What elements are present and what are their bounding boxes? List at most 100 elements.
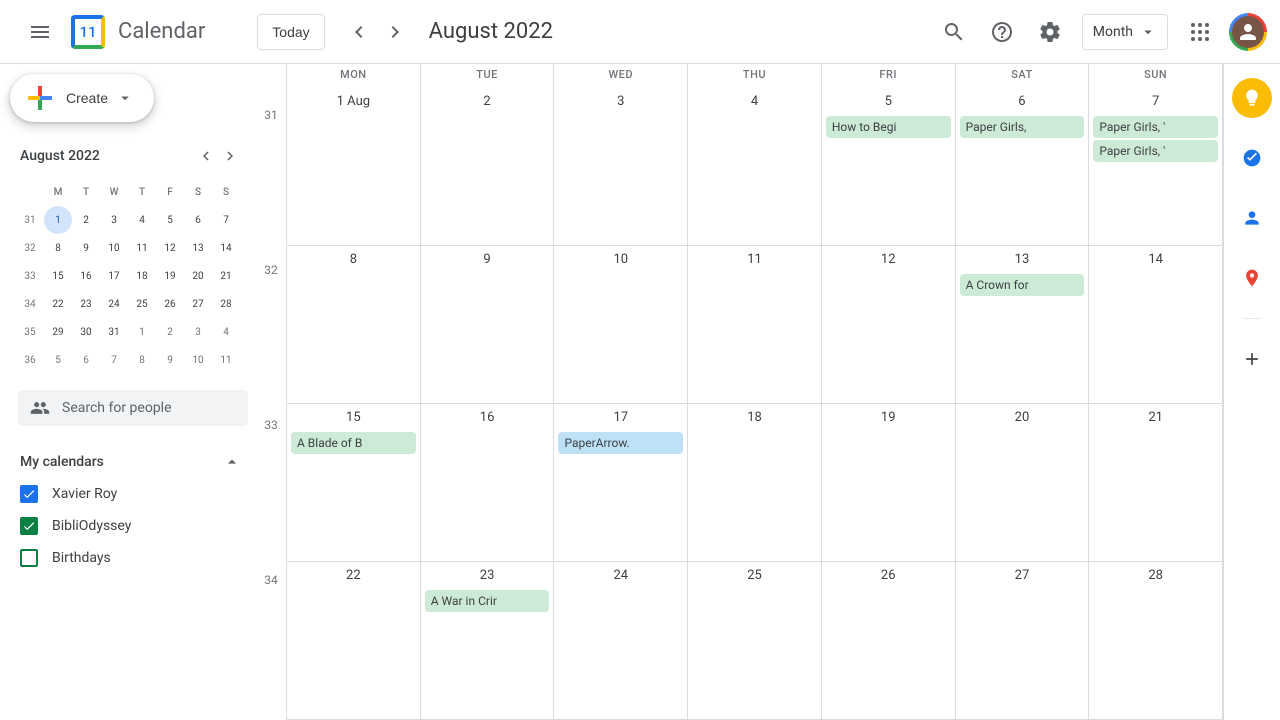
day-cell[interactable]: 5How to Begi: [822, 88, 956, 245]
mini-day[interactable]: 17: [100, 262, 128, 290]
event-chip[interactable]: Paper Girls,: [960, 116, 1085, 138]
help-button[interactable]: [978, 8, 1026, 56]
mini-day[interactable]: 22: [44, 290, 72, 318]
day-cell[interactable]: 14: [1089, 246, 1223, 403]
day-cell[interactable]: 26: [822, 562, 956, 719]
mini-day[interactable]: 8: [44, 234, 72, 262]
mini-day[interactable]: 2: [156, 318, 184, 346]
day-cell[interactable]: 28: [1089, 562, 1223, 719]
mini-day[interactable]: 6: [184, 206, 212, 234]
prev-period-button[interactable]: [343, 16, 375, 48]
mini-day[interactable]: 24: [100, 290, 128, 318]
mini-day[interactable]: 13: [184, 234, 212, 262]
mini-day[interactable]: 2: [72, 206, 100, 234]
mini-day[interactable]: 8: [128, 346, 156, 374]
maps-button[interactable]: [1232, 258, 1272, 298]
day-cell[interactable]: 4: [688, 88, 822, 245]
mini-day[interactable]: 30: [72, 318, 100, 346]
next-period-button[interactable]: [379, 16, 411, 48]
mini-day[interactable]: 6: [72, 346, 100, 374]
mini-day[interactable]: 5: [44, 346, 72, 374]
mini-day[interactable]: 11: [212, 346, 240, 374]
day-cell[interactable]: 27: [956, 562, 1090, 719]
mini-day[interactable]: 28: [212, 290, 240, 318]
day-cell[interactable]: 7Paper Girls, 'Paper Girls, ': [1089, 88, 1223, 245]
day-cell[interactable]: 12: [822, 246, 956, 403]
mini-day[interactable]: 4: [128, 206, 156, 234]
mini-day[interactable]: 3: [184, 318, 212, 346]
mini-prev-button[interactable]: [194, 144, 218, 168]
day-cell[interactable]: 24: [554, 562, 688, 719]
my-calendars-header[interactable]: My calendars: [20, 446, 242, 478]
event-chip[interactable]: A Blade of B: [291, 432, 416, 454]
create-button[interactable]: Create: [10, 74, 154, 122]
day-cell[interactable]: 1 Aug: [287, 88, 421, 245]
mini-day[interactable]: 19: [156, 262, 184, 290]
mini-day[interactable]: 9: [156, 346, 184, 374]
main-menu-button[interactable]: [16, 8, 64, 56]
mini-day[interactable]: 14: [212, 234, 240, 262]
event-chip[interactable]: A War in Crir: [425, 590, 550, 612]
addons-button[interactable]: [1232, 339, 1272, 379]
calendar-item[interactable]: BibliOdyssey: [20, 510, 242, 542]
day-cell[interactable]: 22: [287, 562, 421, 719]
mini-day[interactable]: 18: [128, 262, 156, 290]
day-cell[interactable]: 13A Crown for: [956, 246, 1090, 403]
mini-day[interactable]: 27: [184, 290, 212, 318]
day-cell[interactable]: 19: [822, 404, 956, 561]
day-cell[interactable]: 10: [554, 246, 688, 403]
day-cell[interactable]: 20: [956, 404, 1090, 561]
calendar-item[interactable]: Xavier Roy: [20, 478, 242, 510]
event-chip[interactable]: PaperArrow.: [558, 432, 683, 454]
search-button[interactable]: [930, 8, 978, 56]
day-cell[interactable]: 3: [554, 88, 688, 245]
mini-day[interactable]: 26: [156, 290, 184, 318]
app-logo[interactable]: 11 Calendar: [68, 12, 205, 52]
event-chip[interactable]: A Crown for: [960, 274, 1085, 296]
mini-day[interactable]: 3: [100, 206, 128, 234]
event-chip[interactable]: Paper Girls, ': [1093, 116, 1218, 138]
day-cell[interactable]: 2: [421, 88, 555, 245]
google-apps-button[interactable]: [1176, 8, 1224, 56]
mini-next-button[interactable]: [218, 144, 242, 168]
mini-day[interactable]: 20: [184, 262, 212, 290]
mini-day[interactable]: 7: [100, 346, 128, 374]
mini-day[interactable]: 7: [212, 206, 240, 234]
today-button[interactable]: Today: [257, 14, 324, 50]
contacts-button[interactable]: [1232, 198, 1272, 238]
tasks-button[interactable]: [1232, 138, 1272, 178]
view-selector[interactable]: Month: [1082, 14, 1168, 50]
mini-day[interactable]: 15: [44, 262, 72, 290]
event-chip[interactable]: How to Begi: [826, 116, 951, 138]
settings-button[interactable]: [1026, 8, 1074, 56]
search-people-input[interactable]: Search for people: [18, 390, 248, 426]
day-cell[interactable]: 9: [421, 246, 555, 403]
day-cell[interactable]: 23A War in Crir: [421, 562, 555, 719]
day-cell[interactable]: 25: [688, 562, 822, 719]
day-cell[interactable]: 11: [688, 246, 822, 403]
mini-day[interactable]: 1: [44, 206, 72, 234]
mini-day[interactable]: 11: [128, 234, 156, 262]
mini-day[interactable]: 29: [44, 318, 72, 346]
day-cell[interactable]: 21: [1089, 404, 1223, 561]
mini-day[interactable]: 1: [128, 318, 156, 346]
mini-day[interactable]: 21: [212, 262, 240, 290]
calendar-item[interactable]: Birthdays: [20, 542, 242, 574]
mini-day[interactable]: 10: [184, 346, 212, 374]
day-cell[interactable]: 8: [287, 246, 421, 403]
event-chip[interactable]: Paper Girls, ': [1093, 140, 1218, 162]
account-avatar[interactable]: [1232, 16, 1264, 48]
keep-button[interactable]: [1232, 78, 1272, 118]
day-cell[interactable]: 6Paper Girls,: [956, 88, 1090, 245]
mini-day[interactable]: 12: [156, 234, 184, 262]
mini-day[interactable]: 23: [72, 290, 100, 318]
mini-day[interactable]: 5: [156, 206, 184, 234]
mini-day[interactable]: 9: [72, 234, 100, 262]
mini-day[interactable]: 16: [72, 262, 100, 290]
day-cell[interactable]: 15A Blade of B: [287, 404, 421, 561]
day-cell[interactable]: 17PaperArrow.: [554, 404, 688, 561]
mini-day[interactable]: 4: [212, 318, 240, 346]
day-cell[interactable]: 16: [421, 404, 555, 561]
mini-day[interactable]: 10: [100, 234, 128, 262]
day-cell[interactable]: 18: [688, 404, 822, 561]
